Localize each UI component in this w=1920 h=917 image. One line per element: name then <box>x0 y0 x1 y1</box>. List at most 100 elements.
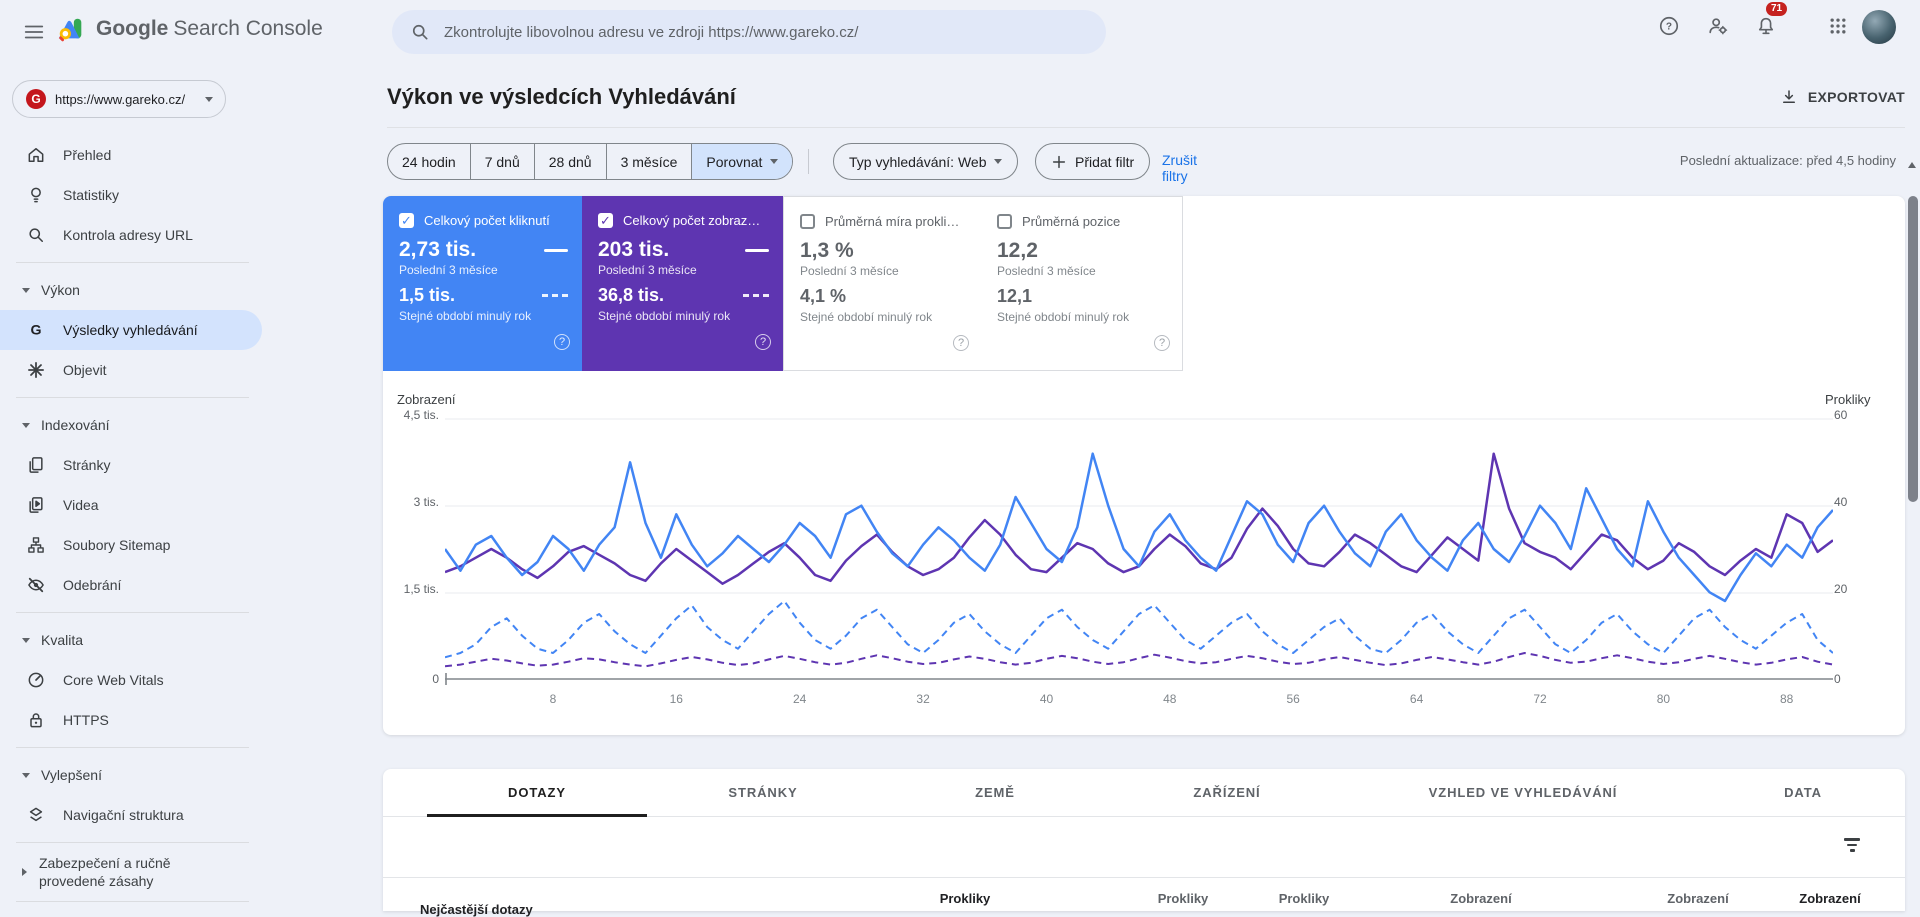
help-icon[interactable]: ? <box>1649 6 1689 46</box>
sidebar-item-security-manual-actions[interactable]: Zabezpečení a ručně provedené zásahy <box>0 850 265 894</box>
clear-filters-link[interactable]: Zrušit filtry <box>1162 152 1197 184</box>
sidebar-divider <box>16 901 249 902</box>
solid-line-indicator <box>544 248 568 252</box>
tab-countries[interactable]: ZEMĚ <box>879 769 1111 816</box>
lock-icon <box>26 710 46 730</box>
manage-accounts-icon[interactable] <box>1698 6 1738 46</box>
metric-tile-average-ctr[interactable]: Průměrná míra prokli… 1,3 % Poslední 3 m… <box>783 196 982 371</box>
sidebar-section-label: Indexování <box>41 417 110 433</box>
google-apps-grid-icon[interactable] <box>1818 6 1858 46</box>
sidebar-item-label: Navigační struktura <box>63 807 184 823</box>
performance-chart[interactable] <box>443 405 1834 689</box>
sidebar-item-discover[interactable]: Objevit <box>0 350 265 390</box>
sidebar-section-performance[interactable]: Výkon <box>0 270 265 310</box>
property-url: https://www.gareko.cz/ <box>55 91 186 107</box>
date-range-28d[interactable]: 28 dnů <box>535 144 607 179</box>
metric-tile-total-clicks[interactable]: Celkový počet kliknutí 2,73 tis. Posledn… <box>383 196 582 371</box>
property-favicon: G <box>26 89 46 109</box>
url-inspection-searchbar[interactable] <box>392 10 1106 54</box>
compare-dropdown[interactable]: Porovnat <box>692 144 793 179</box>
property-selector[interactable]: G https://www.gareko.cz/ <box>12 80 226 118</box>
sidebar-item-overview[interactable]: Přehled <box>0 135 265 175</box>
table-header-top-queries[interactable]: Nejčastější dotazy <box>420 902 533 917</box>
pages-icon <box>26 455 46 475</box>
metric-label: Celkový počet zobraz… <box>623 213 761 228</box>
sidebar-item-sitemaps[interactable]: Soubory Sitemap <box>0 525 265 565</box>
sidebar-item-label: Objevit <box>63 362 107 378</box>
sidebar-section-label: Výkon <box>41 282 80 298</box>
sidebar-item-breadcrumbs[interactable]: Navigační struktura <box>0 795 265 835</box>
sidebar-item-videos[interactable]: Videa <box>0 485 265 525</box>
scrollbar-thumb[interactable] <box>1908 196 1918 502</box>
table-header-clicks[interactable]: Prokliky <box>940 891 991 906</box>
chart-line-clicks-current <box>443 452 1834 603</box>
date-range-3m[interactable]: 3 měsíce <box>607 144 693 179</box>
table-filter-icon[interactable] <box>1842 838 1862 856</box>
top-app-bar: GoogleSearch Console ? 71 <box>0 0 1920 64</box>
tab-search-appearance[interactable]: VZHLED VE VYHLEDÁVÁNÍ <box>1343 769 1703 816</box>
sidebar-item-search-results[interactable]: G Výsledky vyhledávání <box>0 310 262 350</box>
search-console-logo-icon <box>58 18 82 42</box>
checkbox-checked-icon[interactable] <box>598 213 613 229</box>
add-filter-chip[interactable]: Přidat filtr <box>1035 143 1151 180</box>
help-icon[interactable]: ? <box>953 335 969 351</box>
tab-queries[interactable]: DOTAZY <box>427 769 647 817</box>
url-inspection-input[interactable] <box>444 23 1088 41</box>
eye-off-icon <box>26 575 46 595</box>
sidebar-item-https[interactable]: HTTPS <box>0 700 265 740</box>
sidebar-section-enhancements[interactable]: Vylepšení <box>0 755 265 795</box>
help-icon[interactable]: ? <box>1154 335 1170 351</box>
tab-dates[interactable]: DATA <box>1703 769 1903 816</box>
sidebar-item-label: Videa <box>63 497 99 513</box>
chevron-down-icon <box>770 159 779 164</box>
checkbox-unchecked-icon[interactable] <box>800 214 815 229</box>
sidebar-section-experience[interactable]: Kvalita <box>0 620 265 660</box>
axis-tick: 0 <box>1834 672 1841 686</box>
metric-label: Průměrná pozice <box>1022 214 1121 229</box>
search-type-filter-chip[interactable]: Typ vyhledávání: Web <box>833 143 1019 180</box>
sidebar-item-insights[interactable]: Statistiky <box>0 175 265 215</box>
checkbox-unchecked-icon[interactable] <box>997 214 1012 229</box>
scrollbar-up-arrow[interactable] <box>1908 162 1916 168</box>
help-icon[interactable]: ? <box>755 334 771 350</box>
sidebar-item-label: Soubory Sitemap <box>63 537 171 553</box>
sidebar-item-core-web-vitals[interactable]: Core Web Vitals <box>0 660 265 700</box>
sidebar-item-pages[interactable]: Stránky <box>0 445 265 485</box>
metric-tile-total-impressions[interactable]: Celkový počet zobraz… 203 tis. Poslední … <box>582 196 783 371</box>
sidebar-divider <box>16 262 249 263</box>
sidebar-item-label: Kontrola adresy URL <box>63 227 193 243</box>
search-icon <box>412 24 428 40</box>
tab-pages[interactable]: STRÁNKY <box>647 769 879 816</box>
date-range-7d[interactable]: 7 dnů <box>471 144 535 179</box>
help-icon[interactable]: ? <box>554 334 570 350</box>
metric-tile-average-position[interactable]: Průměrná pozice 12,2 Poslední 3 měsíce 1… <box>981 196 1183 371</box>
checkbox-checked-icon[interactable] <box>399 213 414 229</box>
google-search-console-app: { "colors": { "accent_blue": "#4285f4", … <box>0 0 1920 917</box>
tab-devices[interactable]: ZAŘÍZENÍ <box>1111 769 1343 816</box>
table-header-clicks[interactable]: Prokliky <box>1158 891 1209 906</box>
sidebar-item-label: Core Web Vitals <box>63 672 164 688</box>
sidebar-section-indexing[interactable]: Indexování <box>0 405 265 445</box>
date-range-24h[interactable]: 24 hodin <box>388 144 471 179</box>
notifications-bell-icon[interactable]: 71 <box>1746 2 1788 46</box>
download-icon <box>1782 90 1795 103</box>
video-icon <box>26 495 46 515</box>
metric-value-previous: 12,1 <box>997 286 1033 306</box>
app-logo[interactable]: Google Search Console <box>56 14 323 44</box>
sidebar-item-url-inspection[interactable]: Kontrola adresy URL <box>0 215 265 255</box>
chevron-down-icon <box>205 96 213 102</box>
user-avatar[interactable] <box>1862 10 1896 44</box>
discover-asterisk-icon <box>26 360 46 380</box>
sidebar-item-removals[interactable]: Odebrání <box>0 565 265 605</box>
table-header-impressions[interactable]: Zobrazení <box>1450 891 1511 906</box>
chart-line-clicks-previous <box>444 600 1834 659</box>
chart-line-impressions-previous <box>444 652 1834 668</box>
export-button[interactable]: EXPORTOVAT <box>1780 88 1905 106</box>
table-header-impressions[interactable]: Zobrazení <box>1799 891 1860 906</box>
metric-period-current: Poslední 3 měsíce <box>997 264 1096 278</box>
table-header-impressions[interactable]: Zobrazení <box>1667 891 1728 906</box>
hamburger-menu-icon[interactable] <box>14 12 54 52</box>
chevron-right-icon <box>22 868 27 876</box>
table-header-clicks[interactable]: Prokliky <box>1279 891 1330 906</box>
page-title: Výkon ve výsledcích Vyhledávání <box>387 84 736 109</box>
